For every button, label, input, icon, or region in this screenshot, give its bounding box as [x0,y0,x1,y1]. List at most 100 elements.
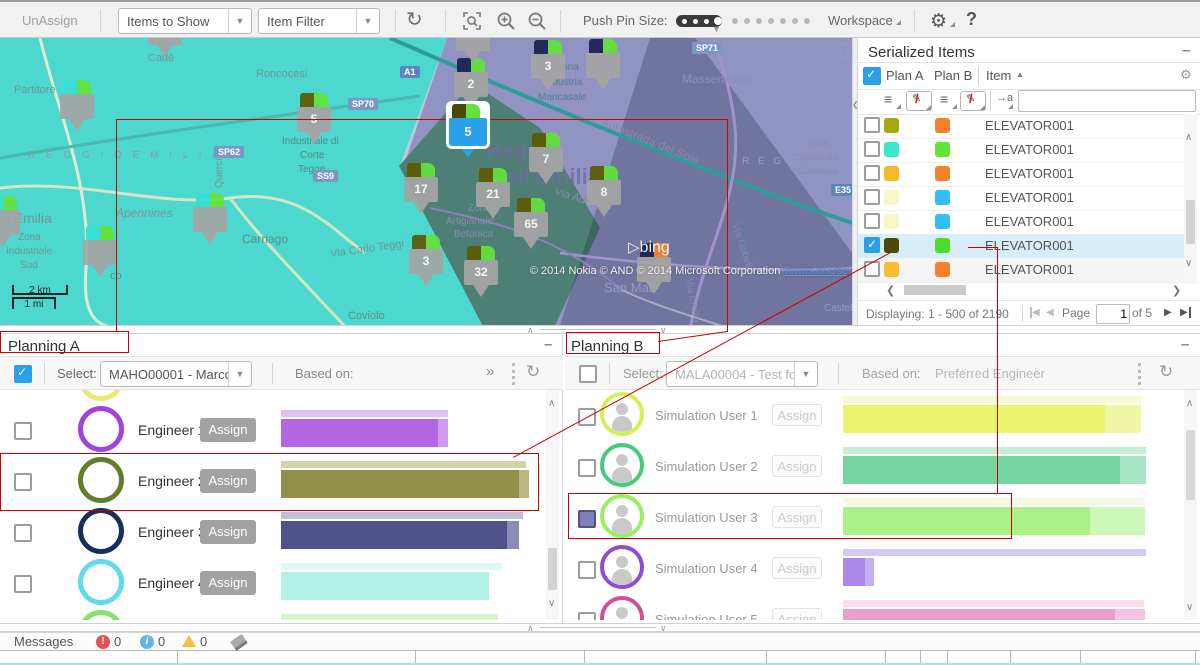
select-all-checkbox[interactable] [863,67,881,85]
simulation-user-row[interactable]: Simulation User 1 Assign [565,390,1184,442]
drag-handle-dots[interactable] [1138,363,1144,385]
minimize-button[interactable]: – [1181,336,1189,353]
map-pin-cluster[interactable] [60,80,94,131]
item-filter-dropdown[interactable]: Item Filter ▼ [258,8,380,34]
map-pin-cluster[interactable]: 2 [454,58,488,109]
serialized-row[interactable]: ELEVATOR001 [858,114,1184,139]
filter-operator-icon[interactable]: ≡ [940,91,948,107]
serialized-row[interactable]: ELEVATOR001 [858,138,1184,163]
last-page-icon[interactable]: ▶ [1180,307,1191,318]
scroll-up-icon[interactable]: ∧ [1185,132,1192,143]
starts-with-filter-icon[interactable]: →a [996,92,1013,104]
first-page-icon[interactable]: ◀ [1030,307,1040,318]
simulation-user-row[interactable]: Simulation User 4 Assign [565,543,1184,595]
row-checkbox[interactable] [864,189,880,205]
row-checkbox[interactable] [864,237,880,253]
minimize-button[interactable]: – [1182,42,1190,59]
serialized-row[interactable]: ELEVATOR001 [858,162,1184,187]
plan-b-select-dropdown[interactable]: MALA00004 - Test for de ▼ [666,361,818,387]
workspace-menu[interactable]: Workspace [828,13,893,28]
zoom-out-icon[interactable] [527,11,547,31]
engineer-row[interactable]: Engineer 3 Assign [0,506,546,558]
item-filter-input[interactable] [1018,90,1196,112]
next-page-icon[interactable]: ▶ [1164,307,1172,318]
zoom-to-fit-icon[interactable] [462,11,482,31]
page-input[interactable] [1096,304,1130,324]
row-checkbox[interactable] [864,141,880,157]
serialized-row[interactable]: ELEVATOR001 [858,258,1184,283]
scroll-thumb[interactable] [1186,430,1195,500]
serialized-vscrollbar[interactable]: ∧ ∨ [1184,114,1197,284]
scroll-down-icon[interactable]: ∨ [1185,258,1192,269]
row-checkbox[interactable] [14,575,32,593]
minimize-button[interactable]: – [544,336,552,353]
scroll-up-icon[interactable]: ∧ [1186,398,1193,409]
row-checkbox[interactable] [864,165,880,181]
gear-icon[interactable]: ⚙ [930,10,947,33]
engineer-row[interactable] [0,390,546,405]
serialized-row[interactable]: ELEVATOR001 [858,210,1184,235]
simulation-user-row[interactable]: Simulation User 5 Assign [565,594,1184,620]
assign-button[interactable]: Assign [200,571,256,595]
planning-a-vscrollbar[interactable]: ∧ ∨ [546,390,559,620]
plan-b-active-checkbox[interactable] [579,365,597,383]
scroll-thumb[interactable] [1186,200,1195,244]
map-pin-cluster[interactable] [456,38,490,63]
engineer-row[interactable] [0,608,546,620]
filter-operator-icon[interactable]: ≡ [884,91,892,107]
gear-icon[interactable]: ⚙ [1180,67,1192,83]
unassign-button[interactable]: UnAssign [22,13,78,28]
scroll-up-icon[interactable]: ∧ [548,398,555,409]
row-checkbox[interactable] [864,261,880,277]
column-plan-b[interactable]: Plan B [934,68,972,83]
plan-a-edit-filter-icon[interactable]: ✎ / [906,91,932,111]
plan-b-edit-filter-icon[interactable]: ✎ / [960,91,986,111]
map-pin-cluster[interactable]: 3 [531,40,565,91]
drag-handle-dots[interactable] [512,363,518,385]
plan-a-active-checkbox[interactable] [14,365,32,383]
map-pin-cluster[interactable] [83,226,117,277]
map-pin-cluster[interactable] [586,39,620,90]
serialized-row[interactable]: ELEVATOR001 [858,186,1184,211]
refresh-icon[interactable]: ↻ [1159,362,1173,382]
items-to-show-dropdown[interactable]: Items to Show ▼ [118,8,252,34]
row-checkbox[interactable] [578,459,596,477]
planning-b-vscrollbar[interactable]: ∧ ∨ [1184,390,1197,620]
map-canvas[interactable]: Cadè Partitore Roncocesi R E G G I O E M… [0,38,852,332]
scroll-down-icon[interactable]: ∨ [548,598,555,609]
row-checkbox[interactable] [14,524,32,542]
map-pin-cluster[interactable] [148,38,182,57]
row-checkbox[interactable] [864,213,880,229]
assign-button[interactable]: Assign [200,520,256,544]
zoom-in-icon[interactable] [496,11,516,31]
row-checkbox[interactable] [578,561,596,579]
column-plan-a[interactable]: Plan A [886,68,924,83]
help-button[interactable]: ? [966,9,977,30]
engineer-row[interactable]: Engineer 1 Assign [0,404,546,456]
scroll-thumb[interactable] [548,548,557,590]
row-checkbox[interactable] [14,422,32,440]
row-checkbox[interactable] [578,612,596,620]
pin-size-slider-track[interactable] [728,18,808,24]
simulation-user-row[interactable]: Simulation User 2 Assign [565,441,1184,493]
eraser-icon[interactable] [230,634,248,651]
scroll-left-icon[interactable]: ❮ [886,284,895,297]
row-checkbox[interactable] [864,117,880,133]
map-pin-cluster[interactable] [0,196,20,247]
engineer-row[interactable]: Engineer 4 Assign [0,557,546,609]
horizontal-splitter[interactable]: ∧ ∨ [0,623,1200,632]
overflow-chevron[interactable]: » [486,363,494,380]
terms-of-use-link[interactable]: Terms of Use [783,265,848,277]
serialized-row-selected[interactable]: ELEVATOR001 [858,234,1184,259]
map-pin-selected[interactable]: 5 [449,104,487,158]
scroll-thumb[interactable] [904,285,966,295]
prev-page-icon[interactable]: ◀ [1046,307,1054,318]
scroll-right-icon[interactable]: ❯ [1172,284,1181,297]
scroll-down-icon[interactable]: ∨ [1186,602,1193,613]
column-item[interactable]: Item [986,68,1011,83]
plan-a-select-dropdown[interactable]: MAHO00001 - Marco Ho ▼ [100,361,252,387]
serialized-hscrollbar[interactable]: ❮ ❯ [858,283,1200,298]
refresh-icon[interactable]: ↻ [526,362,540,382]
assign-button[interactable]: Assign [200,418,256,442]
refresh-icon[interactable]: ↻ [406,11,423,29]
